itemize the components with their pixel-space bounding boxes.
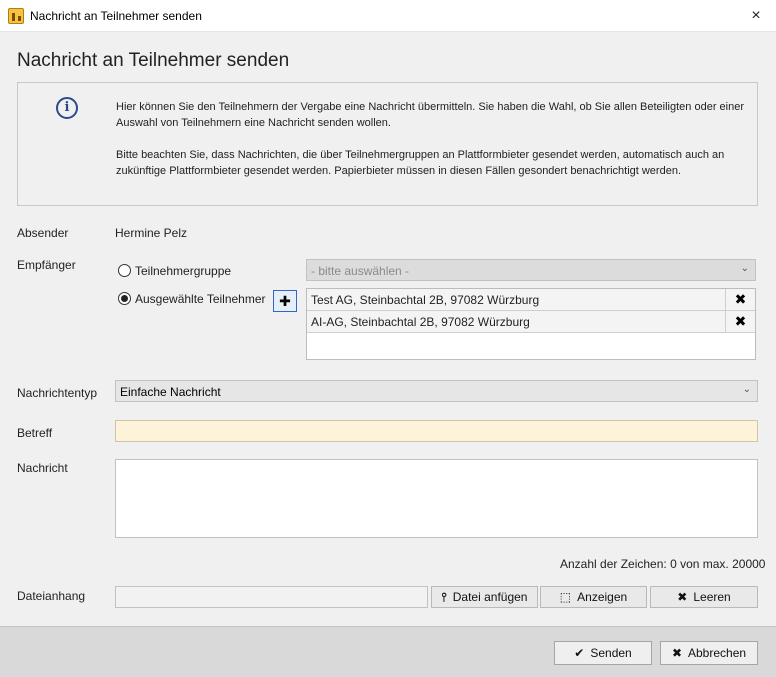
add-participant-button[interactable]: ✚ — [273, 290, 297, 312]
char-count: Anzahl der Zeichen: 0 von max. 20000 — [560, 557, 766, 571]
subject-input[interactable] — [115, 420, 758, 442]
sender-label: Absender — [17, 226, 69, 240]
attach-file-button[interactable]: ⫯ Datei anfügen — [431, 586, 538, 608]
title-bar: Nachricht an Teilnehmer senden × — [0, 0, 776, 32]
preview-icon: ⬚ — [559, 590, 572, 604]
message-type-select[interactable]: Einfache Nachricht ⌄ — [115, 380, 758, 402]
show-attachment-button[interactable]: ⬚ Anzeigen — [540, 586, 647, 608]
attachment-label: Dateianhang — [17, 589, 86, 603]
send-label: Senden — [590, 646, 632, 660]
chevron-down-icon: ⌄ — [742, 384, 751, 395]
sender-value: Hermine Pelz — [115, 226, 188, 240]
subject-label: Betreff — [17, 426, 53, 440]
participant-group-select[interactable]: - bitte auswählen - ⌄ — [306, 259, 756, 281]
radio-selected-participants[interactable] — [118, 292, 131, 305]
close-icon[interactable]: × — [742, 2, 770, 30]
radio-selected-participants-label[interactable]: Ausgewählte Teilnehmer — [135, 292, 266, 306]
participant-name: AI-AG, Steinbachtal 2B, 97082 Würzburg — [311, 315, 530, 329]
info-paragraph-1: Hier können Sie den Teilnehmern der Verg… — [116, 101, 744, 129]
dialog-footer: ✔ Senden ✖ Abbrechen — [0, 626, 776, 677]
radio-participant-group[interactable] — [118, 264, 131, 277]
participant-group-select-value: - bitte auswählen - — [311, 264, 410, 278]
clear-attachment-label: Leeren — [693, 590, 731, 604]
dialog-content: Nachricht an Teilnehmer senden i Hier kö… — [0, 32, 776, 626]
cancel-button[interactable]: ✖ Abbrechen — [660, 641, 758, 665]
app-icon — [8, 8, 24, 24]
window-title: Nachricht an Teilnehmer senden — [30, 9, 202, 23]
remove-participant-icon[interactable]: ✖ — [725, 289, 755, 310]
cancel-label: Abbrechen — [688, 646, 747, 660]
message-textarea[interactable] — [115, 459, 758, 538]
attach-file-label: Datei anfügen — [452, 590, 528, 604]
remove-participant-icon[interactable]: ✖ — [725, 311, 755, 332]
list-item: AI-AG, Steinbachtal 2B, 97082 Würzburg ✖ — [307, 311, 755, 333]
recipient-label: Empfänger — [17, 258, 76, 272]
clear-attachment-button[interactable]: ✖ Leeren — [650, 586, 758, 608]
message-label: Nachricht — [17, 461, 68, 475]
selected-participants-list: Test AG, Steinbachtal 2B, 97082 Würzburg… — [306, 288, 756, 360]
checkmark-icon: ✔ — [574, 646, 585, 660]
chevron-down-icon: ⌄ — [740, 263, 749, 274]
send-button[interactable]: ✔ Senden — [554, 641, 652, 665]
clear-icon: ✖ — [677, 590, 688, 604]
info-icon: i — [56, 97, 78, 119]
show-attachment-label: Anzeigen — [577, 590, 628, 604]
info-paragraph-2: Bitte beachten Sie, dass Nachrichten, di… — [116, 149, 725, 177]
message-type-label: Nachrichtentyp — [17, 386, 98, 400]
info-text: Hier können Sie den Teilnehmern der Verg… — [116, 99, 746, 195]
message-type-value: Einfache Nachricht — [120, 385, 221, 399]
attachment-path-field — [115, 586, 428, 608]
plus-icon: ✚ — [279, 293, 291, 309]
page-title: Nachricht an Teilnehmer senden — [17, 50, 290, 71]
cross-icon: ✖ — [671, 646, 682, 660]
info-box: i Hier können Sie den Teilnehmern der Ve… — [17, 82, 758, 206]
participant-name: Test AG, Steinbachtal 2B, 97082 Würzburg — [311, 293, 540, 307]
list-item: Test AG, Steinbachtal 2B, 97082 Würzburg… — [307, 289, 755, 311]
paperclip-icon: ⫯ — [441, 590, 447, 604]
radio-participant-group-label[interactable]: Teilnehmergruppe — [135, 264, 231, 278]
